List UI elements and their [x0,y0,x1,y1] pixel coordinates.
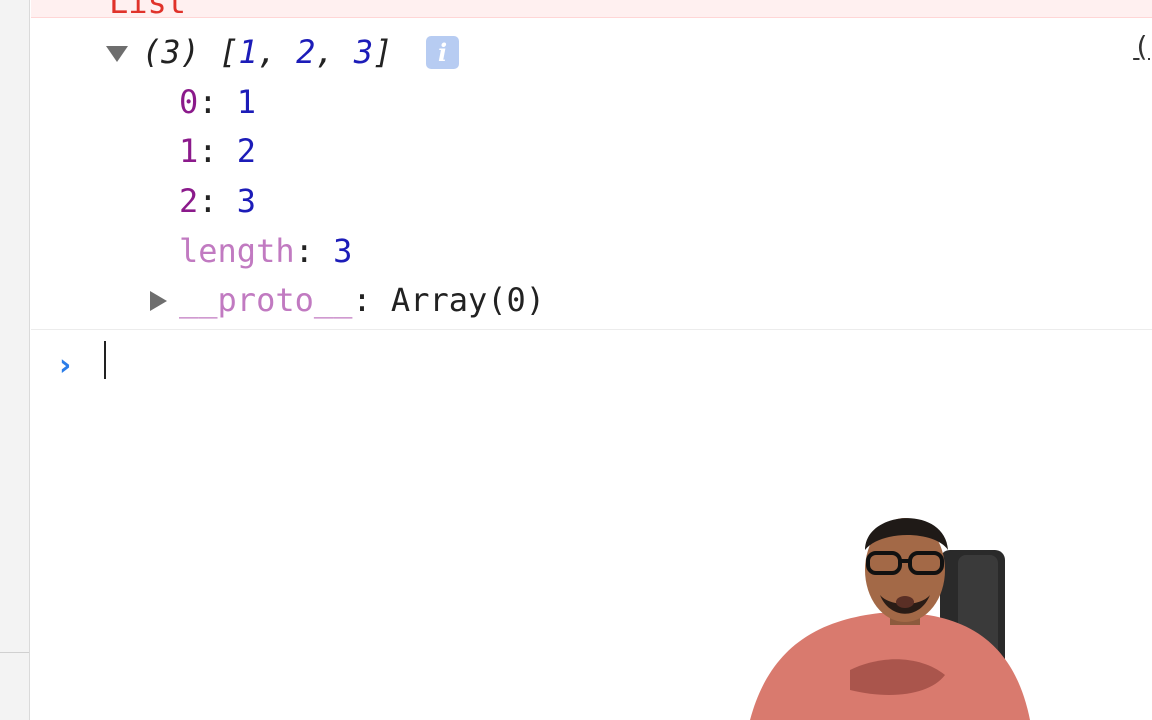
length-value: 3 [333,232,353,270]
info-icon[interactable]: i [426,36,459,69]
sidebar-strip [0,0,30,720]
proto-value: Array(0) [390,281,546,319]
length-property: length: 3 [179,232,353,270]
entry-value: 3 [236,182,257,220]
expand-triangle-icon[interactable] [106,46,128,62]
proto-property[interactable]: __proto__: Array(0) [179,280,545,320]
webcam-presenter [750,518,1030,720]
console-input-caret[interactable] [104,341,106,379]
entry-key: 1 [179,132,199,170]
summary-item: 2 [296,33,316,71]
summary-item: 1 [238,33,258,71]
error-text: List [109,0,186,17]
proto-key: __proto__ [179,281,353,319]
summary-prefix: (3) [ [142,33,239,71]
array-entry: 1: 2 [179,132,257,170]
entry-key: 0 [179,83,199,121]
collapse-triangle-icon[interactable] [150,291,167,311]
entry-key: 2 [179,182,199,220]
array-entry: 0: 1 [179,83,257,121]
console-divider [31,329,1152,330]
summary-item: 3 [353,33,374,71]
length-key: length [179,232,295,270]
error-message-row: List [31,0,1152,18]
source-link[interactable]: ( [1133,30,1150,63]
entry-value: 2 [236,132,257,170]
sidebar-divider [0,652,29,653]
array-entry: 2: 3 [179,182,257,220]
entry-value: 1 [236,83,257,121]
array-summary[interactable]: (3) [1, 2, 3] [142,32,392,72]
prompt-chevron-icon: › [59,348,72,383]
summary-suffix: ] [373,33,393,71]
